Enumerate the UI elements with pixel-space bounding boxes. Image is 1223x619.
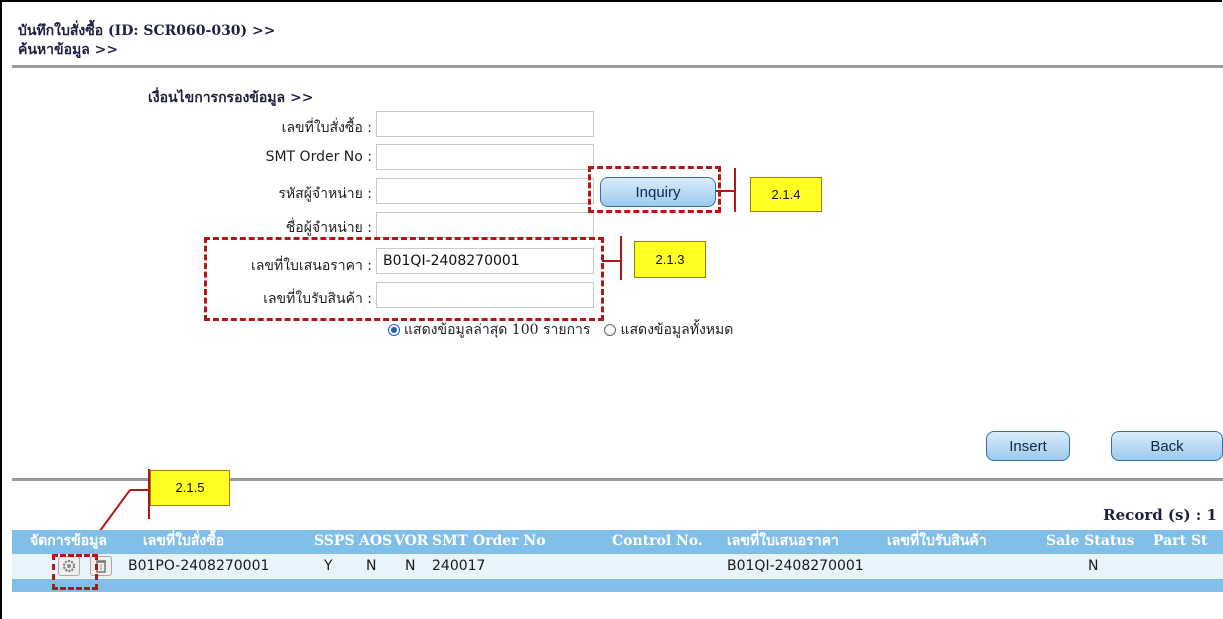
vendor-code-input[interactable] — [376, 178, 594, 204]
table-header: จัดการข้อมูล เลขที่ใบสั่งซื้อ SSPS AOS V… — [12, 530, 1223, 552]
col-control-no: Control No. — [612, 533, 703, 549]
col-vor: VOR — [394, 533, 429, 549]
cell-aos: N — [366, 558, 377, 574]
smt-order-label: SMT Order No : — [265, 149, 372, 165]
cell-vor: N — [405, 558, 416, 574]
display-mode-radio-group: แสดงข้อมูลล่าสุด 100 รายการ แสดงข้อมูลทั… — [388, 319, 733, 341]
annotation-tag-213: 2.1.3 — [634, 241, 706, 278]
highlight-gear — [52, 554, 98, 590]
radio-latest-label: แสดงข้อมูลล่าสุด 100 รายการ — [404, 322, 591, 338]
cell-smt-order: 240017 — [432, 558, 486, 574]
table-body: B01PO-2408270001 Y N N 240017 B01QI-2408… — [12, 552, 1223, 592]
col-sale-status: Sale Status — [1046, 533, 1135, 549]
annotation-connector — [602, 260, 622, 262]
col-quotation-no: เลขที่ใบเสนอราคา — [727, 533, 839, 549]
annotation-connector — [620, 236, 622, 280]
col-manage: จัดการข้อมูล — [30, 533, 107, 549]
table-row[interactable]: B01PO-2408270001 Y N N 240017 B01QI-2408… — [12, 554, 1223, 579]
annotation-tag-215: 2.1.5 — [150, 470, 230, 506]
vendor-name-label: ชื่อผู้จำหน่าย : — [285, 220, 372, 236]
cell-po-number: B01PO-2408270001 — [128, 558, 270, 574]
divider-top — [12, 65, 1223, 68]
back-button[interactable]: Back — [1111, 431, 1223, 461]
cell-sale-status: N — [1088, 558, 1099, 574]
col-part-status: Part St — [1153, 533, 1208, 549]
annotation-connector — [716, 190, 736, 192]
page-subtitle: ค้นหาข้อมูล >> — [18, 42, 119, 58]
po-number-label: เลขที่ใบสั่งซื้อ : — [281, 120, 372, 136]
col-aos: AOS — [359, 533, 393, 549]
insert-button[interactable]: Insert — [986, 431, 1070, 461]
vendor-code-label: รหัสผู้จำหน่าย : — [278, 186, 372, 202]
radio-all[interactable] — [604, 324, 617, 336]
radio-latest[interactable] — [388, 324, 400, 336]
highlight-inquiry — [588, 166, 721, 213]
smt-order-input[interactable] — [376, 144, 594, 170]
col-ssps: SSPS — [314, 533, 355, 549]
col-smt-order: SMT Order No — [432, 533, 546, 549]
annotation-connector — [734, 168, 736, 212]
filter-section-title: เงื่อนไขการกรองข้อมูล >> — [148, 90, 314, 106]
radio-all-label: แสดงข้อมูลทั้งหมด — [620, 322, 734, 338]
col-receipt-no: เลขที่ใบรับสินค้า — [887, 533, 987, 549]
record-count: Record (s) : 1 — [1103, 506, 1217, 524]
cell-ssps: Y — [324, 558, 333, 574]
vendor-name-input[interactable] — [376, 212, 594, 238]
col-po-number: เลขที่ใบสั่งซื้อ — [143, 533, 225, 549]
po-number-input[interactable] — [376, 111, 594, 137]
annotation-tag-214: 2.1.4 — [750, 177, 822, 212]
cell-quotation-no: B01QI-2408270001 — [727, 558, 864, 574]
highlight-quotation-fields — [204, 237, 604, 321]
